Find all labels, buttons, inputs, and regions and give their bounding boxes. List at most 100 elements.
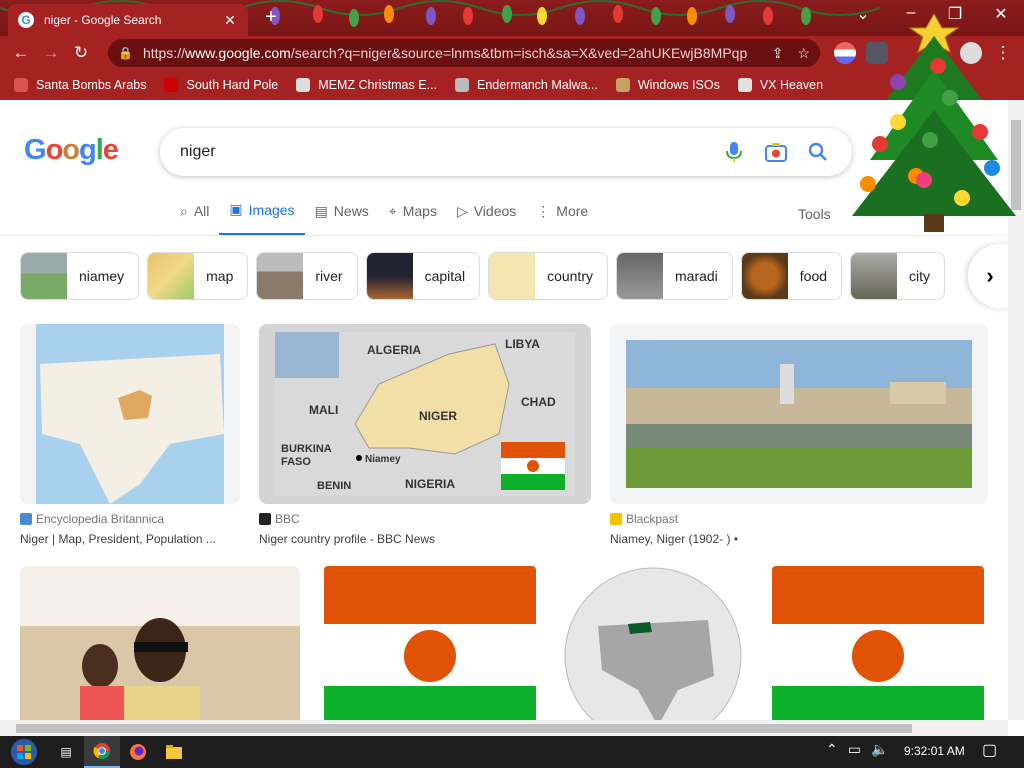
file-explorer-taskbar-icon[interactable] bbox=[156, 736, 192, 768]
bookmark-item[interactable]: Endermanch Malwa... bbox=[454, 78, 598, 92]
extension-flag-icon[interactable] bbox=[834, 42, 856, 64]
tab-videos[interactable]: ▷ Videos bbox=[447, 198, 526, 236]
result-source[interactable]: Encyclopedia Britannica bbox=[20, 512, 240, 526]
chip-niamey[interactable]: niamey bbox=[20, 252, 140, 300]
chrome-taskbar-icon[interactable] bbox=[84, 736, 120, 768]
forward-button[interactable]: → bbox=[36, 39, 66, 67]
bookmark-favicon-icon bbox=[615, 78, 630, 92]
vertical-scrollbar-thumb[interactable] bbox=[1011, 120, 1021, 210]
tab-search-chevron-icon[interactable]: ⌄ bbox=[848, 4, 878, 24]
result-thumbnail-bbc-map[interactable]: ALGERIA LIBYA MALI NIGER CHAD BURKINA FA… bbox=[259, 324, 591, 504]
bookmark-item[interactable]: VX Heaven bbox=[737, 78, 823, 92]
globe-locator-image bbox=[564, 567, 742, 720]
chips-next-arrow-icon[interactable]: › bbox=[968, 244, 1008, 308]
taskbar-clock[interactable]: 9:32:01 AM bbox=[904, 744, 965, 758]
address-bar[interactable]: 🔒 https://www.google.com/search?q=niger&… bbox=[108, 39, 820, 67]
lock-icon[interactable]: 🔒 bbox=[118, 46, 133, 60]
profile-avatar-icon[interactable] bbox=[960, 42, 982, 64]
tab-maps[interactable]: ⌖ Maps bbox=[379, 198, 447, 236]
tab-google-search[interactable]: G niger - Google Search ✕ bbox=[8, 4, 248, 36]
image-result[interactable] bbox=[324, 566, 536, 720]
system-tray: ⌃ ▭ 🔈 bbox=[826, 741, 888, 758]
close-tab-icon[interactable]: ✕ bbox=[222, 12, 238, 29]
bookmark-favicon-icon bbox=[14, 78, 28, 92]
play-icon: ▷ bbox=[456, 202, 468, 219]
bookmark-star-icon[interactable]: ☆ bbox=[797, 45, 810, 62]
reload-button[interactable]: ↻ bbox=[66, 39, 96, 67]
search-box[interactable] bbox=[160, 128, 852, 176]
maximize-button[interactable]: ❐ bbox=[940, 4, 970, 24]
start-button[interactable] bbox=[0, 736, 48, 768]
bookmark-item[interactable]: Santa Bombs Arabs bbox=[14, 78, 146, 92]
search-input[interactable] bbox=[180, 143, 706, 161]
image-result[interactable] bbox=[20, 566, 300, 720]
network-icon[interactable]: ▭ bbox=[848, 741, 861, 758]
firefox-taskbar-icon[interactable] bbox=[120, 736, 156, 768]
chip-thumbnail bbox=[366, 253, 413, 299]
browser-tab-strip: G niger - Google Search ✕ + ⌄ – ❐ ✕ bbox=[0, 0, 1024, 36]
chip-maradi[interactable]: maradi bbox=[616, 252, 733, 300]
chip-thumbnail bbox=[489, 253, 536, 299]
map-label-mali: MALI bbox=[309, 403, 338, 417]
search-type-tabs: ⌕ All ▣ Images ▤ News ⌖ Maps ▷ Videos ⋮ More bbox=[170, 198, 598, 236]
chip-country[interactable]: country bbox=[488, 252, 608, 300]
horizontal-scrollbar-thumb[interactable] bbox=[16, 724, 912, 733]
share-icon[interactable]: ⇪ bbox=[772, 45, 784, 62]
tab-news[interactable]: ▤ News bbox=[305, 198, 379, 236]
tab-more[interactable]: ⋮ More bbox=[526, 198, 598, 236]
result-title[interactable]: Niger | Map, President, Population ... bbox=[20, 532, 240, 546]
chip-thumbnail bbox=[851, 253, 898, 299]
extension-s-icon[interactable] bbox=[866, 42, 888, 64]
volume-icon[interactable]: 🔈 bbox=[871, 741, 888, 758]
show-hidden-icons-chevron-icon[interactable]: ⌃ bbox=[826, 741, 838, 758]
tab-images[interactable]: ▣ Images bbox=[219, 198, 305, 236]
result-source[interactable]: BBC bbox=[259, 512, 591, 526]
new-tab-button[interactable]: + bbox=[260, 6, 282, 29]
bookmark-favicon-icon bbox=[737, 78, 752, 92]
chip-city[interactable]: city bbox=[850, 252, 946, 300]
minimize-button[interactable]: – bbox=[896, 4, 926, 22]
image-result[interactable] bbox=[558, 566, 748, 720]
result-thumbnail-niger-flag[interactable] bbox=[772, 566, 984, 720]
search-icon[interactable] bbox=[804, 138, 832, 166]
niger-flag-image bbox=[772, 566, 984, 720]
bookmark-item[interactable]: Windows ISOs bbox=[615, 78, 720, 92]
chip-thumbnail bbox=[617, 253, 663, 299]
result-thumbnail-globe[interactable] bbox=[558, 566, 748, 720]
close-window-button[interactable]: ✕ bbox=[986, 4, 1016, 24]
tab-title: niger - Google Search bbox=[44, 13, 162, 27]
chip-food[interactable]: food bbox=[740, 252, 843, 300]
tab-all[interactable]: ⌕ All bbox=[170, 198, 219, 236]
chrome-menu-icon[interactable]: ⋮ bbox=[988, 39, 1018, 67]
google-doodle-logo[interactable]: Google bbox=[24, 134, 119, 167]
result-thumbnail-niamey-photo[interactable] bbox=[610, 324, 988, 504]
chip-map[interactable]: map bbox=[147, 252, 249, 300]
image-result[interactable]: ALGERIA LIBYA MALI NIGER CHAD BURKINA FA… bbox=[259, 324, 591, 546]
bookmark-item[interactable]: MEMZ Christmas E... bbox=[296, 78, 437, 92]
result-thumbnail-britannica-map[interactable] bbox=[20, 324, 240, 504]
camera-lens-icon[interactable] bbox=[762, 138, 790, 166]
tools-button[interactable]: Tools bbox=[798, 206, 831, 222]
notification-center-icon[interactable]: ▢ bbox=[982, 740, 997, 760]
back-button[interactable]: ← bbox=[6, 39, 36, 67]
result-thumbnail-people-photo[interactable] bbox=[20, 566, 300, 720]
blackpast-favicon-icon bbox=[610, 513, 622, 525]
task-view-icon[interactable]: ▤ bbox=[48, 736, 84, 768]
map-label-nigeria: NIGERIA bbox=[405, 477, 455, 491]
chip-capital[interactable]: capital bbox=[365, 252, 481, 300]
image-result[interactable]: Blackpast Niamey, Niger (1902- ) • bbox=[610, 324, 988, 546]
chip-river[interactable]: river bbox=[256, 252, 358, 300]
voice-search-icon[interactable] bbox=[720, 138, 748, 166]
image-result[interactable] bbox=[772, 566, 984, 720]
google-images-page: Google ⌕All ▣Images ▤News ⌖Maps ▷Videos … bbox=[0, 100, 1008, 720]
result-thumbnail-niger-flag[interactable] bbox=[324, 566, 536, 720]
result-title[interactable]: Niamey, Niger (1902- ) • bbox=[610, 532, 988, 546]
url-text[interactable]: https://www.google.com/search?q=niger&so… bbox=[143, 45, 758, 61]
map-label-burkina: BURKINA bbox=[281, 443, 332, 455]
result-source[interactable]: Blackpast bbox=[610, 512, 988, 526]
image-result[interactable]: Encyclopedia Britannica Niger | Map, Pre… bbox=[20, 324, 240, 546]
news-icon: ▤ bbox=[314, 202, 328, 219]
result-title[interactable]: Niger country profile - BBC News bbox=[259, 532, 591, 546]
bookmark-item[interactable]: South Hard Pole bbox=[164, 78, 278, 92]
related-search-chips: niamey map river capital country maradi … bbox=[20, 252, 953, 300]
